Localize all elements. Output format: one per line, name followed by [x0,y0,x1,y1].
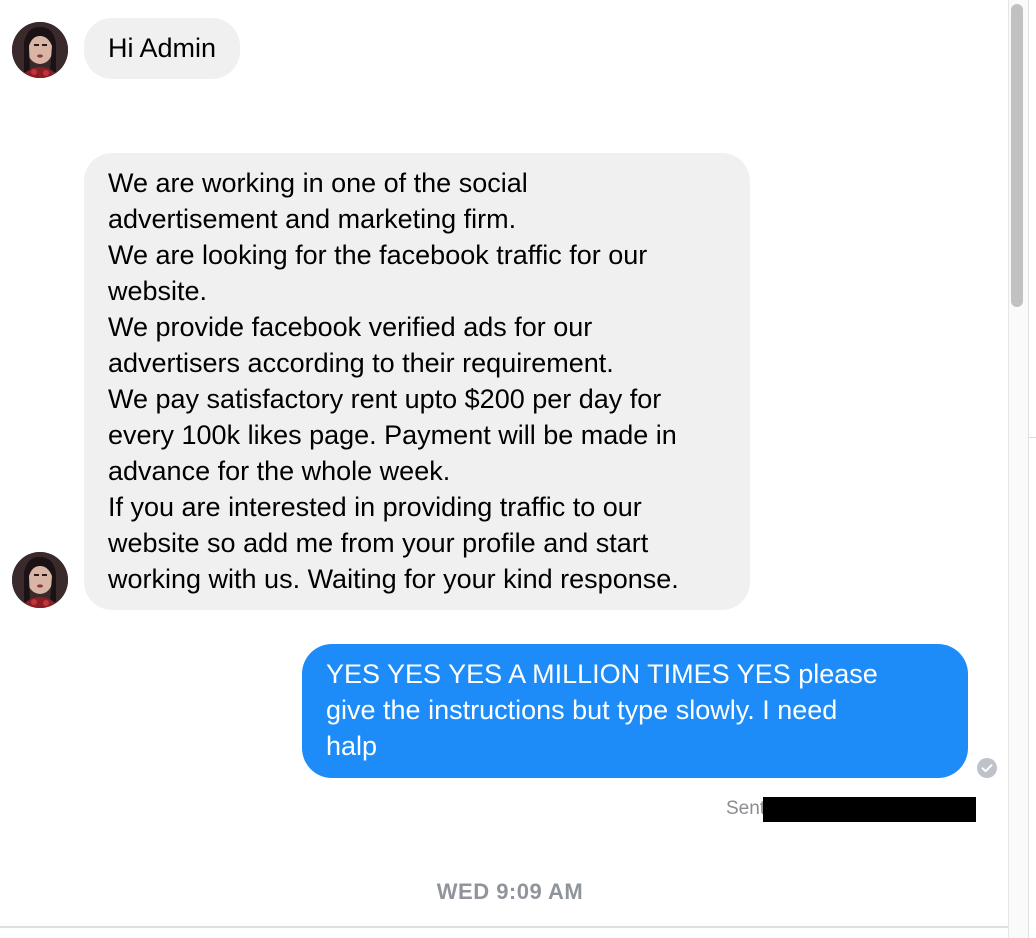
conversation-thread: Hi Admin We are working in one of the so… [0,0,1008,938]
composer-divider [0,926,1036,928]
message-text-line: We provide facebook verified ads for our [108,312,593,342]
message-text-line: We pay satisfactory rent upto $200 per d… [108,384,662,414]
check-circle-icon [977,758,997,778]
contact-avatar[interactable] [12,22,68,78]
message-text-line: We are working in one of the social [108,168,528,198]
avatar-image [12,22,68,78]
message-text-line: every 100k likes page. Payment will be m… [108,420,677,450]
message-text-line: YES YES YES A MILLION TIMES YES please [326,659,878,689]
avatar-image [12,552,68,608]
message-text-line: website. [108,276,208,306]
message-text-line: give the instructions but type slowly. I… [326,695,838,725]
sent-label: Sent [726,798,766,819]
incoming-message-bubble[interactable]: We are working in one of the social adve… [84,153,750,610]
message-text-line: advertisers according to their requireme… [108,348,614,378]
redaction-bar [763,797,976,822]
side-panel-edge [1028,0,1036,938]
message-text-line: If you are interested in providing traff… [108,492,642,522]
message-text: Hi Admin [108,33,217,63]
delivery-status: Sent [726,796,765,822]
message-text-line: working with us. Waiting for your kind r… [108,564,679,594]
timestamp-divider: WED 9:09 AM [436,879,584,904]
message-text-line: halp [326,731,378,761]
message-text-line: advertisement and marketing firm. [108,204,517,234]
message-text-line: website so add me from your profile and … [108,528,649,558]
message-text-line: We are looking for the facebook traffic … [108,240,648,270]
incoming-message-bubble[interactable]: Hi Admin [84,18,241,79]
contact-avatar[interactable] [12,552,68,608]
scrollbar-thumb[interactable] [1011,4,1023,307]
side-panel-divider [1028,437,1036,438]
outgoing-message-bubble[interactable]: YES YES YES A MILLION TIMES YES please g… [302,644,968,778]
message-text-line: advance for the whole week. [108,456,451,486]
